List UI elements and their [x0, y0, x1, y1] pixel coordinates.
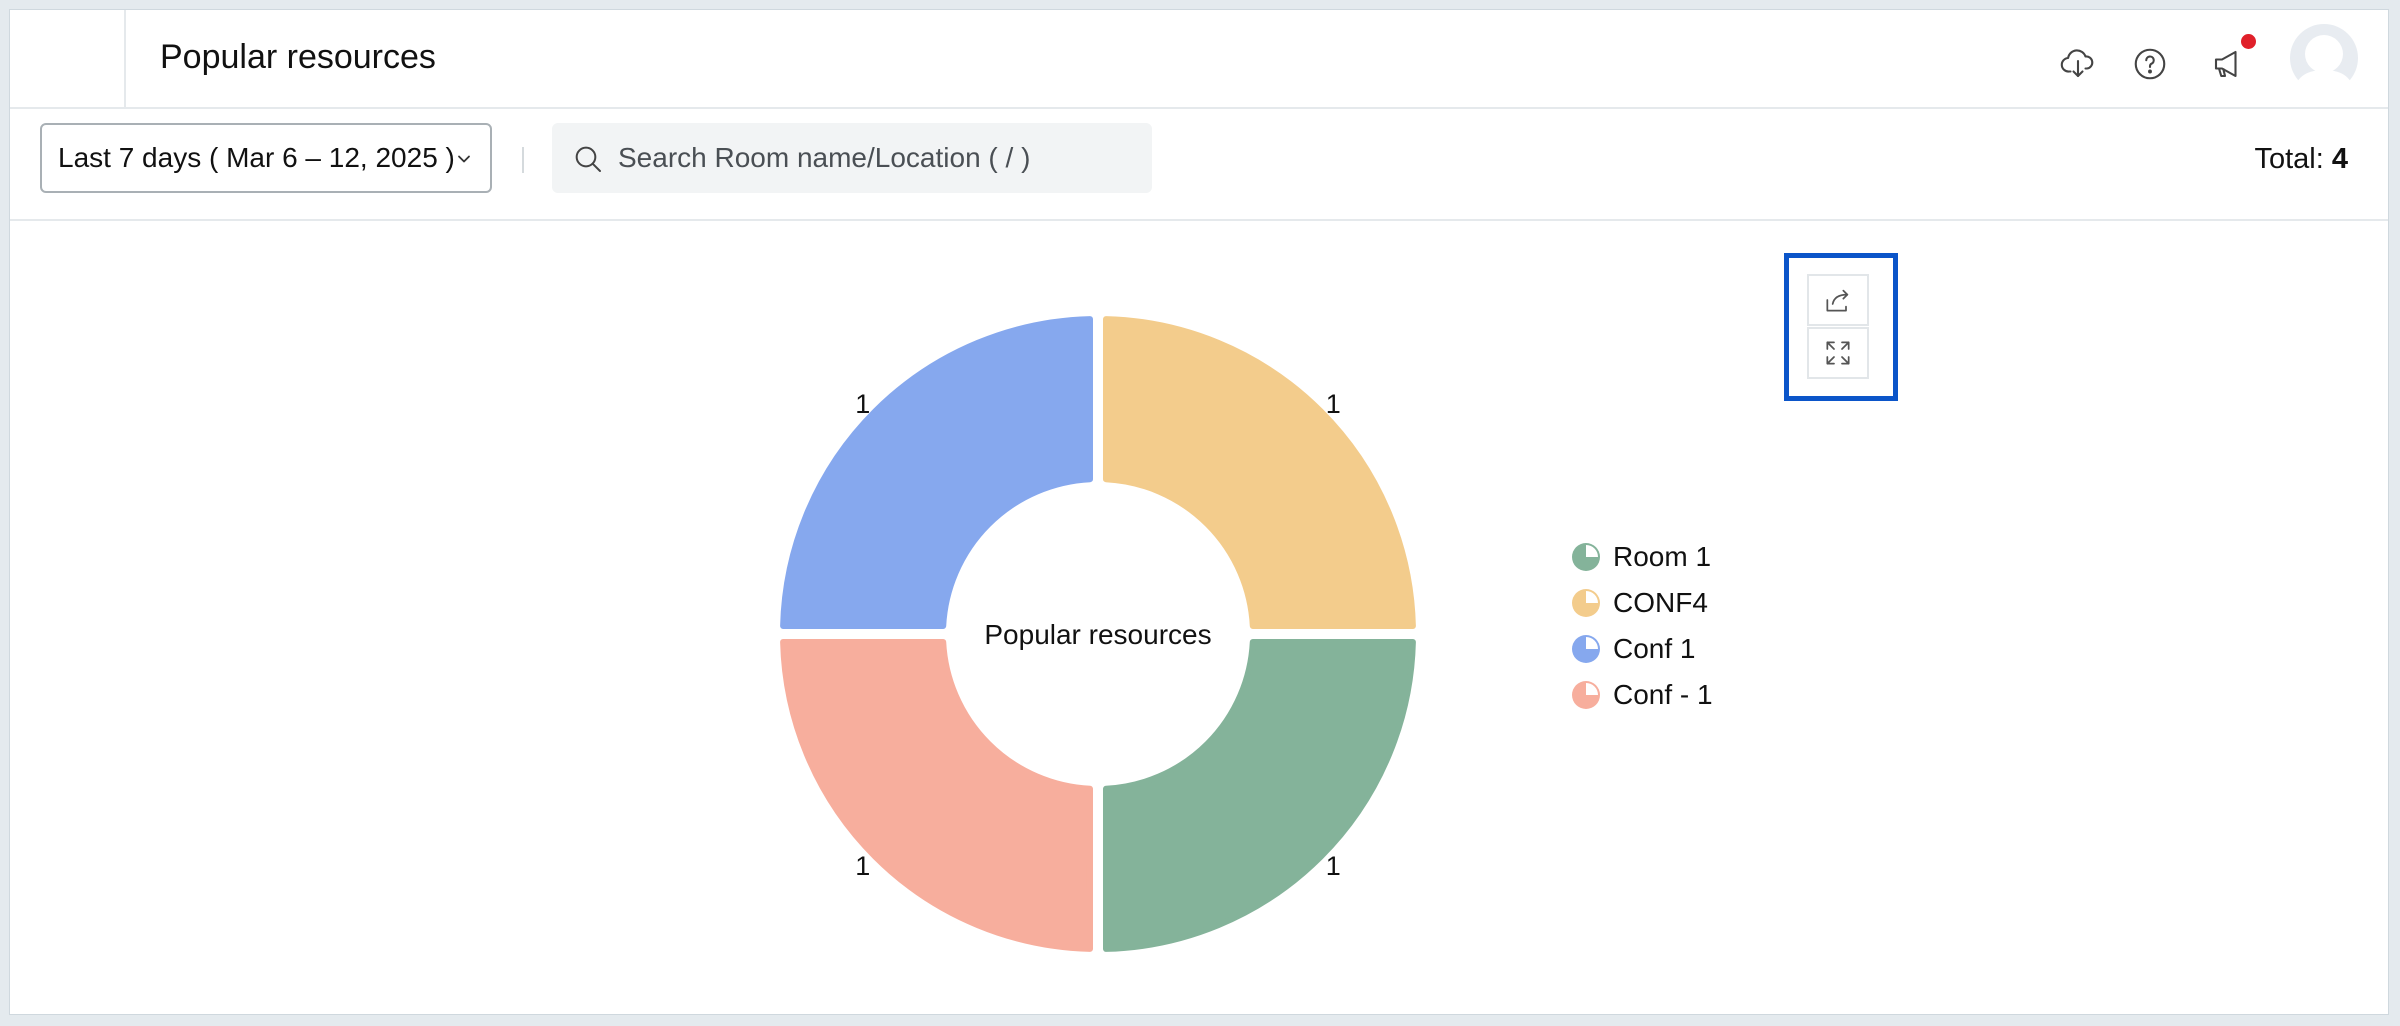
legend-item-conf-1[interactable]: Conf 1: [1571, 626, 1713, 672]
legend-label: Conf 1: [1613, 633, 1696, 664]
share-button[interactable]: [1807, 274, 1869, 326]
pie-legend-icon: [1572, 589, 1600, 617]
expand-icon: [1826, 341, 1850, 365]
pie-legend-icon: [1572, 635, 1600, 663]
legend-label: Room 1: [1613, 541, 1712, 572]
legend-item-room-1[interactable]: Room 1: [1571, 534, 1713, 580]
pie-legend-icon: [1572, 681, 1600, 709]
legend-label: CONF4: [1613, 587, 1708, 618]
data-label: 1: [855, 389, 870, 419]
slice-conf-1[interactable]: [780, 638, 1093, 952]
legend-item-conf-1[interactable]: Conf - 1: [1571, 672, 1713, 718]
data-label: 1: [855, 851, 870, 881]
expand-button[interactable]: [1807, 327, 1869, 379]
slice-conf-1[interactable]: [780, 316, 1093, 630]
legend-item-conf4[interactable]: CONF4: [1571, 580, 1713, 626]
slice-room-1[interactable]: [1103, 638, 1416, 952]
chart-center-title: Popular resources: [984, 619, 1211, 650]
data-label: 1: [1326, 851, 1341, 881]
chart-legend: Room 1 CONF4 Conf 1 Conf - 1: [1571, 534, 1713, 718]
share-icon: [1826, 289, 1849, 312]
app-frame: Popular resources Last 7 days (Mar 6 – …: [9, 9, 2389, 1015]
data-label: 1: [1326, 389, 1341, 419]
pie-legend-icon: [1572, 543, 1600, 571]
slice-conf4[interactable]: [1103, 316, 1416, 630]
legend-label: Conf - 1: [1613, 679, 1713, 710]
donut-chart: 1 1 1 1 Popular resources: [780, 316, 1416, 952]
